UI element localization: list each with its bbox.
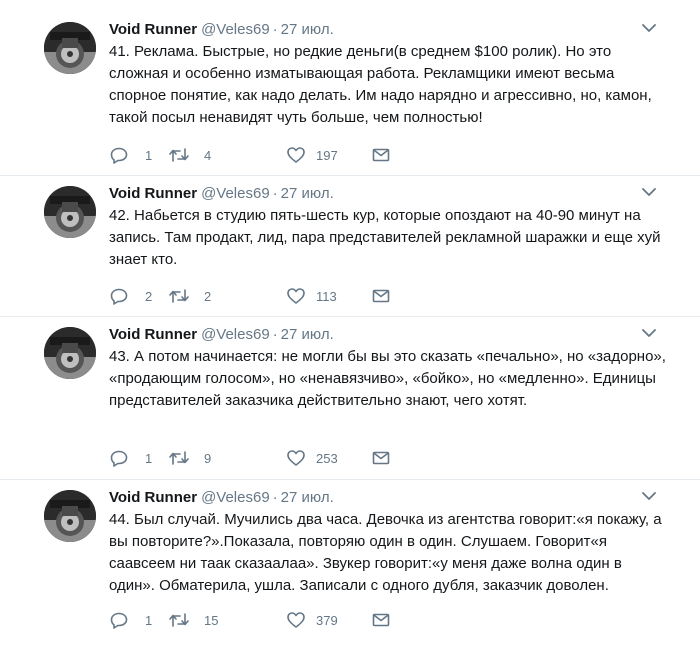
separator-dot: ·	[272, 489, 278, 506]
reply-icon	[110, 288, 128, 305]
chevron-down-icon[interactable]	[642, 187, 656, 197]
author-handle[interactable]: @Veles69	[201, 326, 270, 343]
retweet-button[interactable]: 4	[168, 145, 211, 165]
tweet-header: Void Runner @Veles69 · 27 июл.	[109, 183, 334, 205]
tweet-actions: 1 4 197	[109, 145, 409, 165]
author-name[interactable]: Void Runner	[109, 185, 197, 202]
direct-message-button[interactable]	[371, 610, 391, 630]
separator-dot: ·	[272, 21, 278, 38]
direct-message-button[interactable]	[371, 448, 391, 468]
reply-icon	[110, 450, 128, 467]
author-handle[interactable]: @Veles69	[201, 21, 270, 38]
retweet-button[interactable]: 15	[168, 610, 218, 630]
reply-button[interactable]: 1	[109, 448, 152, 468]
chevron-down-icon[interactable]	[642, 23, 656, 33]
like-button[interactable]: 379	[286, 610, 338, 630]
tweet-actions: 2 2 113	[109, 286, 409, 306]
tweet-date[interactable]: 27 июл.	[281, 185, 334, 202]
tweet-divider	[0, 175, 700, 176]
tweet-actions: 1 15 379	[109, 610, 409, 630]
tweet-date[interactable]: 27 июл.	[281, 326, 334, 343]
retweet-button[interactable]: 2	[168, 286, 211, 306]
author-name[interactable]: Void Runner	[109, 489, 197, 506]
separator-dot: ·	[272, 326, 278, 343]
avatar[interactable]	[44, 490, 96, 542]
like-button[interactable]: 197	[286, 145, 338, 165]
retweet-count: 2	[204, 288, 212, 304]
retweet-count: 15	[204, 612, 219, 628]
like-button[interactable]: 113	[286, 286, 337, 306]
like-count: 379	[316, 612, 338, 628]
reply-button[interactable]: 1	[109, 610, 152, 630]
reply-count: 2	[145, 288, 153, 304]
like-count: 197	[316, 147, 338, 163]
message-icon	[372, 613, 390, 627]
avatar[interactable]	[44, 186, 96, 238]
author-handle[interactable]: @Veles69	[201, 185, 270, 202]
like-icon	[287, 450, 305, 466]
author-name[interactable]: Void Runner	[109, 326, 197, 343]
retweet-count: 9	[204, 450, 212, 466]
reply-button[interactable]: 1	[109, 145, 152, 165]
tweet-header: Void Runner @Veles69 · 27 июл.	[109, 324, 334, 346]
chevron-down-icon[interactable]	[642, 328, 656, 338]
like-icon	[287, 612, 305, 628]
reply-icon	[110, 612, 128, 629]
reply-count: 1	[145, 450, 153, 466]
tweet-date[interactable]: 27 июл.	[281, 489, 334, 506]
retweet-count: 4	[204, 147, 212, 163]
retweet-button[interactable]: 9	[168, 448, 211, 468]
message-icon	[372, 451, 390, 465]
like-count: 253	[316, 450, 338, 466]
tweet-divider	[0, 479, 700, 480]
tweet-divider	[0, 316, 700, 317]
like-icon	[287, 147, 305, 163]
separator-dot: ·	[272, 185, 278, 202]
tweet-header: Void Runner @Veles69 · 27 июл.	[109, 19, 334, 41]
avatar[interactable]	[44, 22, 96, 74]
reply-count: 1	[145, 612, 153, 628]
chevron-down-icon[interactable]	[642, 491, 656, 501]
retweet-icon	[169, 613, 189, 627]
tweet-text: 43. А потом начинается: не могли бы вы э…	[109, 348, 666, 409]
reply-count: 1	[145, 147, 153, 163]
author-name[interactable]: Void Runner	[109, 21, 197, 38]
reply-icon	[110, 147, 128, 164]
tweet-date[interactable]: 27 июл.	[281, 21, 334, 38]
direct-message-button[interactable]	[371, 286, 391, 306]
retweet-icon	[169, 451, 189, 465]
message-icon	[372, 148, 390, 162]
retweet-icon	[169, 289, 189, 303]
tweet-actions: 1 9 253	[109, 448, 409, 468]
tweet-text: 44. Был случай. Мучились два часа. Девоч…	[109, 511, 662, 594]
tweet-text: 42. Набьется в студию пять-шесть кур, ко…	[109, 207, 661, 268]
message-icon	[372, 289, 390, 303]
tweet-header: Void Runner @Veles69 · 27 июл.	[109, 487, 334, 509]
author-handle[interactable]: @Veles69	[201, 489, 270, 506]
like-count: 113	[316, 288, 337, 304]
retweet-icon	[169, 148, 189, 162]
direct-message-button[interactable]	[371, 145, 391, 165]
like-icon	[287, 288, 305, 304]
tweet-text: 41. Реклама. Быстрые, но редкие деньги(в…	[109, 43, 652, 126]
reply-button[interactable]: 2	[109, 286, 152, 306]
like-button[interactable]: 253	[286, 448, 338, 468]
avatar[interactable]	[44, 327, 96, 379]
